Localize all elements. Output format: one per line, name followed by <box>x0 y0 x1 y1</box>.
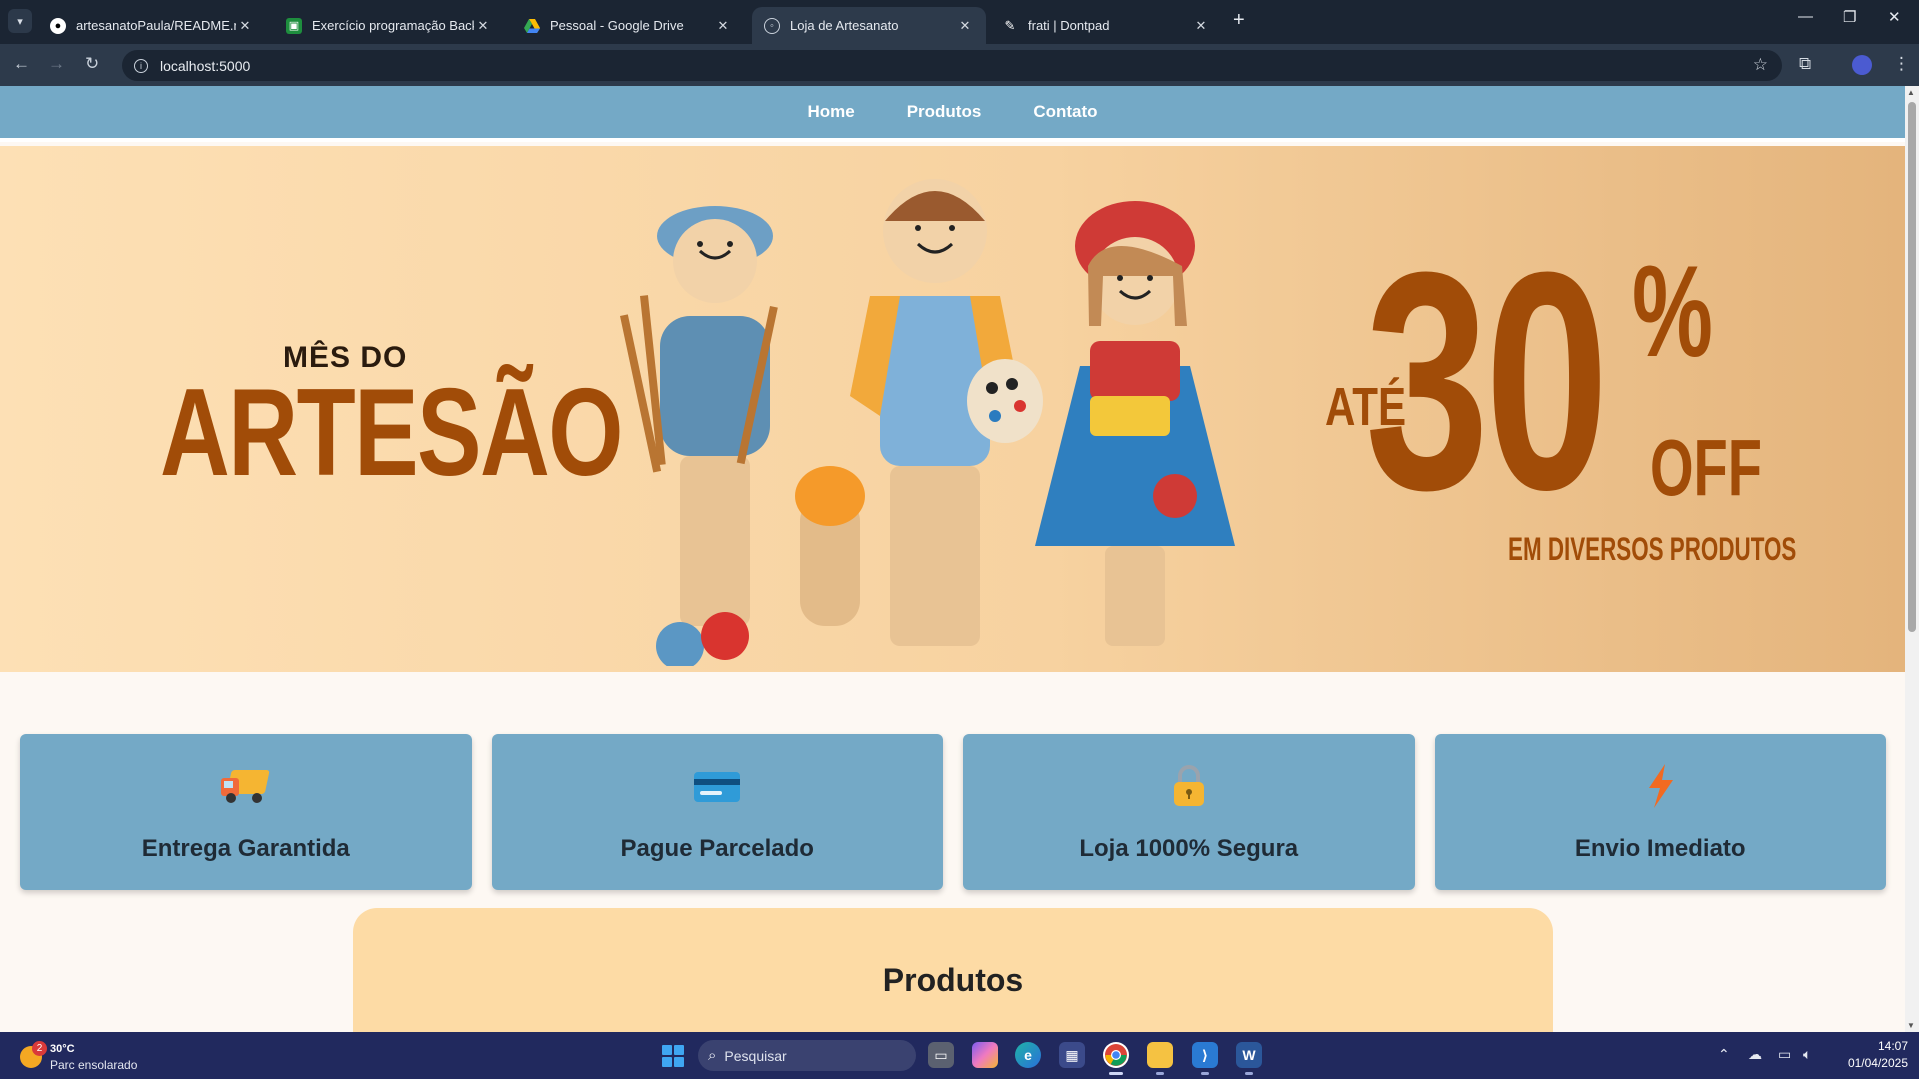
feature-label: Loja 1000% Segura <box>1079 835 1299 862</box>
banner-off: OFF <box>1650 423 1762 512</box>
scroll-up-arrow-icon[interactable]: ▲ <box>1907 88 1915 97</box>
network-icon[interactable]: ▭ <box>1778 1046 1791 1063</box>
tray-chevron-up-icon[interactable]: ⌃ <box>1718 1046 1730 1063</box>
site-navbar: Home Produtos Contato <box>0 86 1905 142</box>
tab-classroom[interactable]: ▣ Exercício programação Back En ✕ <box>274 7 504 44</box>
promo-banner: MÊS DO ARTESÃO ATÉ 30 % OFF EM DIVERSOS … <box>0 146 1905 672</box>
feature-label: Pague Parcelado <box>620 835 814 862</box>
banner-percent-sign: % <box>1632 238 1713 384</box>
padlock-icon <box>1173 765 1204 806</box>
windows-taskbar: 2 30°C Parc ensolarado ⌕ Pesquisar ▭ e ▦… <box>0 1032 1919 1079</box>
scroll-down-arrow-icon[interactable]: ▼ <box>1907 1021 1915 1030</box>
page-scrollbar[interactable]: ▲ ▼ <box>1905 86 1919 1032</box>
feature-label: Envio Imediato <box>1574 835 1746 862</box>
delivery-truck-icon <box>220 770 269 803</box>
new-tab-plus-icon[interactable]: + <box>1233 9 1245 32</box>
nav-produtos-link[interactable]: Produtos <box>907 102 982 122</box>
tab-search-button[interactable]: ▾ <box>8 9 32 33</box>
close-icon[interactable]: ✕ <box>956 18 974 34</box>
lightning-icon <box>1649 764 1674 808</box>
feature-card-security: Loja 1000% Segura <box>963 734 1415 890</box>
banner-headline: ARTESÃO <box>160 364 624 502</box>
weather-temperature: 30°C <box>50 1043 75 1055</box>
reload-icon[interactable]: ↻ <box>85 54 99 74</box>
chrome-icon[interactable] <box>1103 1042 1129 1075</box>
feature-card-shipping: Envio Imediato <box>1434 734 1886 890</box>
bookmark-star-icon[interactable]: ☆ <box>1753 55 1768 75</box>
onedrive-cloud-icon[interactable]: ☁ <box>1748 1046 1762 1063</box>
copilot-icon[interactable] <box>972 1042 998 1068</box>
tab-title: Exercício programação Back En <box>312 18 474 33</box>
minimize-icon[interactable]: — <box>1798 8 1813 25</box>
nav-home-link[interactable]: Home <box>807 102 854 122</box>
tab-title: frati | Dontpad <box>1028 18 1110 33</box>
weather-description: Parc ensolarado <box>50 1058 138 1072</box>
feature-card-delivery: Entrega Garantida <box>20 734 472 890</box>
tab-dontpad[interactable]: ✎ frati | Dontpad ✕ <box>990 7 1222 44</box>
window-close-icon[interactable]: ✕ <box>1888 8 1901 26</box>
menu-kebab-icon[interactable]: ⋮ <box>1893 54 1910 74</box>
banner-subtitle: EM DIVERSOS PRODUTOS <box>1508 531 1797 567</box>
edge-icon[interactable]: e <box>1015 1042 1041 1068</box>
products-section: Produtos <box>353 908 1553 1032</box>
volume-icon[interactable]: 🔈︎ <box>1803 1046 1811 1063</box>
file-explorer-icon[interactable] <box>1147 1042 1173 1075</box>
site-info-icon[interactable]: i <box>134 58 148 73</box>
github-icon: ● <box>50 17 66 34</box>
feature-label: Entrega Garantida <box>141 835 350 862</box>
close-icon[interactable]: ✕ <box>1192 18 1210 34</box>
tab-title: artesanatoPaula/README.md at <box>76 18 236 33</box>
scrollbar-thumb[interactable] <box>1908 102 1916 632</box>
tab-title: Loja de Artesanato <box>790 18 899 33</box>
address-bar[interactable]: i localhost:5000 ☆ <box>122 50 1782 81</box>
forward-arrow-icon[interactable]: → <box>48 54 65 74</box>
tab-google-drive[interactable]: Pessoal - Google Drive ✕ <box>512 7 744 44</box>
feature-card-installments: Pague Parcelado <box>491 734 943 890</box>
close-icon[interactable]: ✕ <box>714 18 732 34</box>
restore-icon[interactable]: ❐ <box>1843 8 1856 26</box>
url-text: localhost:5000 <box>160 57 251 74</box>
features-row: Entrega Garantida Pague Parcelado Loja 1… <box>20 734 1886 890</box>
clock-date: 01/04/2025 <box>1847 1056 1908 1070</box>
notification-badge: 2 <box>32 1041 47 1056</box>
products-title: Produtos <box>882 962 1024 998</box>
microsoft-store-icon[interactable]: ▦ <box>1059 1042 1085 1068</box>
page-viewport: Home Produtos Contato MÊS DO ARTESÃO ATÉ… <box>0 86 1905 1032</box>
classroom-icon: ▣ <box>286 17 302 34</box>
system-clock[interactable]: 14:07 01/04/2025 <box>1830 1038 1908 1072</box>
browser-tab-bar: ▾ ● artesanatoPaula/README.md at ✕ ▣ Exe… <box>0 0 1919 44</box>
artisan-dolls-illustration <box>620 179 1235 666</box>
globe-icon: ◦ <box>764 17 780 34</box>
extensions-puzzle-icon[interactable]: ⧉ <box>1799 54 1811 74</box>
nav-contato-link[interactable]: Contato <box>1033 102 1097 122</box>
tab-loja-artesanato[interactable]: ◦ Loja de Artesanato ✕ <box>752 7 986 44</box>
credit-card-icon <box>694 772 741 802</box>
windows-start-icon[interactable] <box>662 1045 684 1067</box>
taskbar-search[interactable]: ⌕ Pesquisar <box>698 1040 916 1071</box>
dontpad-icon: ✎ <box>1004 17 1016 33</box>
tab-github[interactable]: ● artesanatoPaula/README.md at ✕ <box>38 7 266 44</box>
word-icon[interactable]: W <box>1236 1042 1262 1075</box>
banner-discount-number: 30 <box>1365 207 1609 554</box>
close-icon[interactable]: ✕ <box>236 18 254 34</box>
close-icon[interactable]: ✕ <box>474 18 492 34</box>
task-view-icon[interactable]: ▭ <box>928 1042 954 1068</box>
clock-time: 14:07 <box>1877 1039 1908 1053</box>
search-placeholder: Pesquisar <box>724 1047 787 1064</box>
weather-widget[interactable]: 2 30°C Parc ensolarado <box>18 1040 148 1072</box>
back-arrow-icon[interactable]: ← <box>13 54 30 74</box>
search-icon: ⌕ <box>708 1047 717 1064</box>
vscode-icon[interactable]: ⟩ <box>1192 1042 1218 1075</box>
browser-toolbar: ← → ↻ i localhost:5000 ☆ ⧉ ⋮ <box>0 44 1919 86</box>
google-drive-icon <box>524 18 540 34</box>
tab-title: Pessoal - Google Drive <box>550 18 684 33</box>
profile-avatar[interactable] <box>1852 55 1872 75</box>
